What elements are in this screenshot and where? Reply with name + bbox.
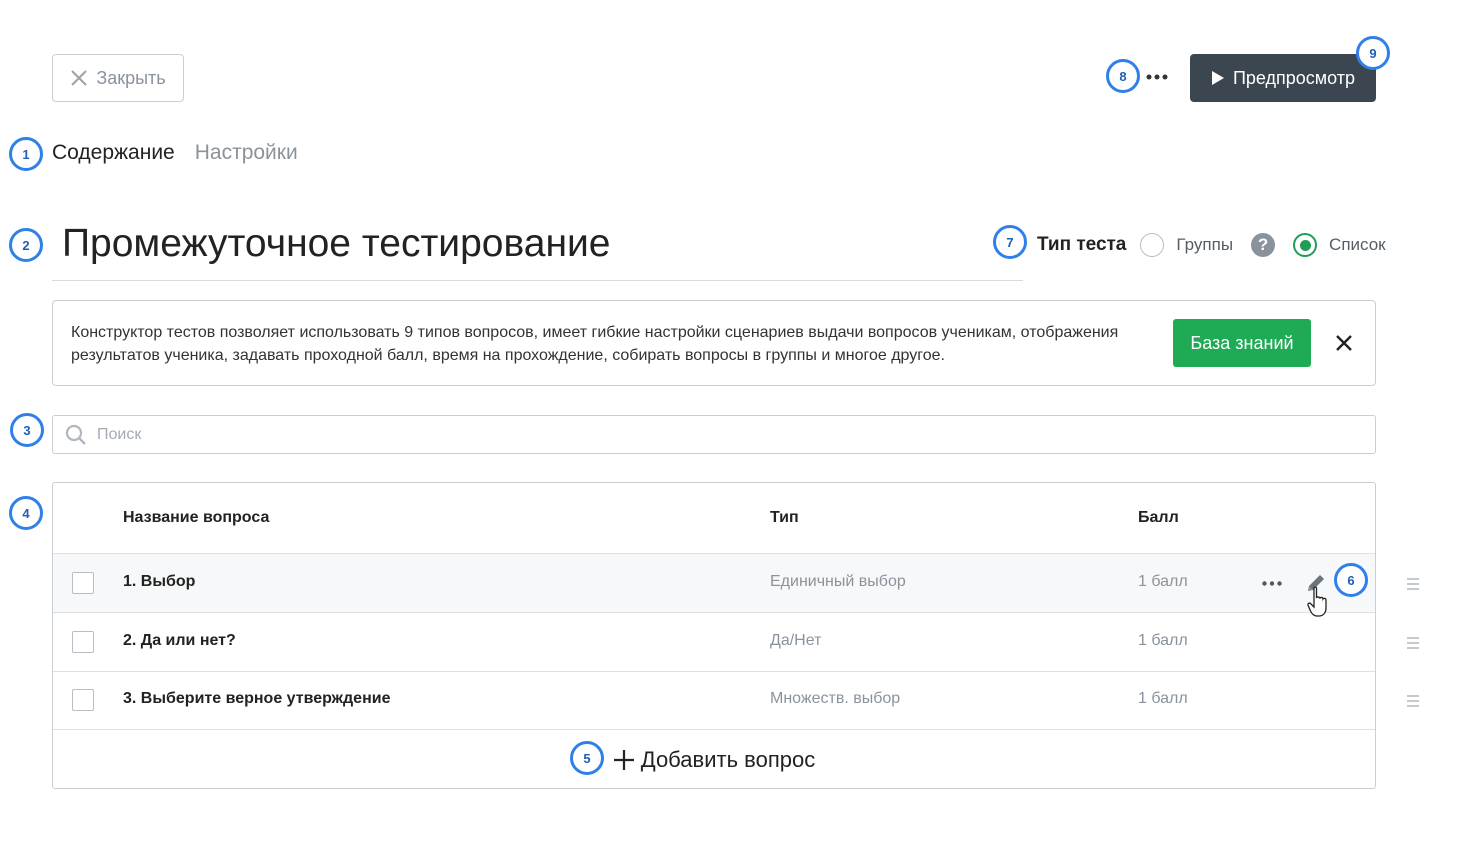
annotation-marker-7: 7: [993, 225, 1027, 259]
help-icon[interactable]: ?: [1251, 233, 1276, 257]
search-input[interactable]: [97, 425, 1297, 444]
column-header-score[interactable]: Балл: [1138, 509, 1179, 527]
close-button-label: Закрыть: [96, 67, 166, 88]
radio-groups-label[interactable]: Группы: [1176, 235, 1233, 255]
drag-handle-icon[interactable]: [1405, 694, 1421, 708]
preview-button-label: Предпросмотр: [1232, 67, 1356, 88]
row-more-button[interactable]: [1260, 571, 1284, 595]
drag-handle-icon[interactable]: [1405, 577, 1421, 591]
annotation-marker-4: 4: [9, 496, 43, 530]
search-box: [52, 415, 1376, 454]
annotation-marker-6: 6: [1334, 563, 1368, 597]
question-score: 1 балл: [1138, 573, 1188, 590]
test-type-label: Тип теста: [1037, 234, 1127, 255]
table-row[interactable]: 3. Выберите верное утверждение Множеств.…: [53, 671, 1375, 730]
info-close-button[interactable]: [1332, 331, 1356, 355]
questions-table: Название вопроса Тип Балл 1. Выбор Едини…: [52, 482, 1376, 789]
radio-list-label[interactable]: Список: [1329, 235, 1386, 255]
question-name[interactable]: 3. Выберите верное утверждение: [123, 690, 390, 708]
radio-list[interactable]: [1293, 233, 1318, 257]
annotation-marker-9: 9: [1356, 36, 1390, 70]
pointer-cursor-icon: [1307, 586, 1327, 617]
question-score: 1 балл: [1138, 690, 1188, 707]
row-checkbox[interactable]: [72, 631, 94, 653]
tab-bar: Содержание Настройки: [52, 141, 298, 165]
annotation-marker-8: 8: [1106, 59, 1140, 93]
search-icon: [65, 424, 86, 445]
row-checkbox[interactable]: [72, 689, 94, 711]
row-checkbox[interactable]: [72, 572, 94, 594]
question-type: Да/Нет: [770, 632, 822, 649]
tab-settings[interactable]: Настройки: [195, 141, 298, 165]
more-icon: [1262, 580, 1282, 586]
annotation-marker-1: 1: [9, 137, 43, 171]
radio-groups[interactable]: [1140, 233, 1165, 257]
play-icon: [1211, 71, 1224, 85]
annotation-marker-3: 3: [10, 413, 44, 447]
question-type: Единичный выбор: [770, 573, 906, 590]
tab-content[interactable]: Содержание: [52, 141, 175, 165]
test-type-selector: Тип теста Группы ? Список: [1037, 230, 1386, 260]
column-header-type[interactable]: Тип: [770, 509, 799, 527]
column-header-name[interactable]: Название вопроса: [123, 509, 269, 527]
preview-button[interactable]: Предпросмотр: [1190, 54, 1376, 102]
annotation-marker-5: 5: [570, 741, 604, 775]
question-score: 1 балл: [1138, 632, 1188, 649]
table-row[interactable]: 2. Да или нет? Да/Нет 1 балл: [53, 613, 1375, 672]
question-name[interactable]: 2. Да или нет?: [123, 632, 236, 650]
question-name[interactable]: 1. Выбор: [123, 573, 195, 591]
drag-handle-icon[interactable]: [1405, 636, 1421, 650]
annotation-marker-2: 2: [9, 228, 43, 262]
question-type: Множеств. выбор: [770, 690, 901, 707]
more-options-button[interactable]: [1144, 64, 1170, 90]
close-button[interactable]: Закрыть: [52, 54, 184, 102]
table-row[interactable]: 1. Выбор Единичный выбор 1 балл: [53, 554, 1375, 613]
close-icon: [71, 70, 88, 86]
knowledge-base-button[interactable]: База знаний: [1173, 319, 1311, 367]
info-text: Конструктор тестов позволяет использоват…: [71, 324, 1119, 364]
info-banner: Конструктор тестов позволяет использоват…: [52, 300, 1376, 386]
add-question-button[interactable]: Добавить вопрос: [53, 730, 1375, 789]
title-underline: [52, 280, 1023, 281]
table-header: Название вопроса Тип Балл: [53, 483, 1375, 554]
page-title[interactable]: Промежуточное тестирование: [62, 222, 610, 266]
more-icon: [1146, 74, 1168, 80]
add-question-label: Добавить вопрос: [640, 746, 816, 772]
close-icon: [1336, 335, 1352, 351]
plus-icon: [613, 749, 634, 770]
